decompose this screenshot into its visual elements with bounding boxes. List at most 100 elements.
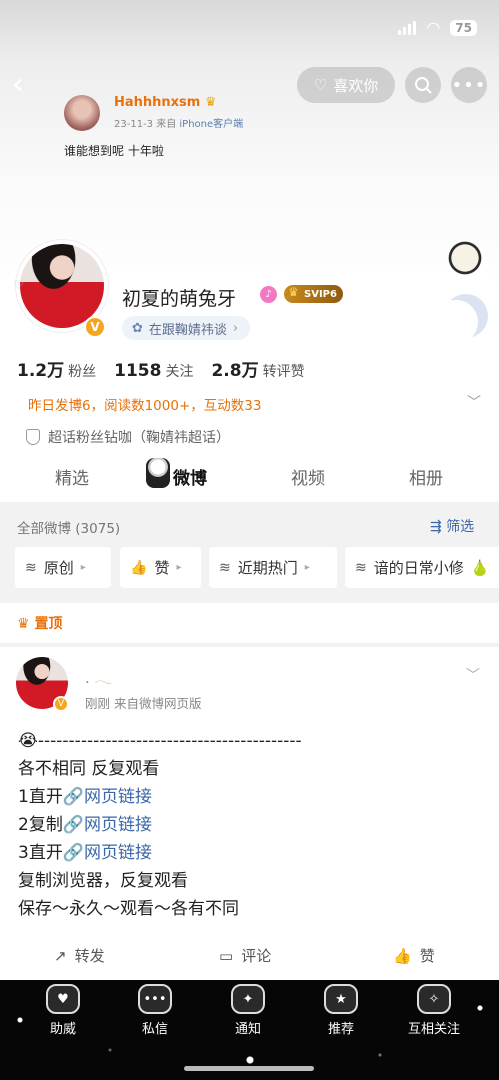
link-icon: 🔗 bbox=[62, 815, 84, 835]
star-icon: ★ bbox=[324, 984, 358, 1014]
post-menu-chevron-icon[interactable]: ﹀ bbox=[466, 665, 480, 685]
pear-icon: 🍐 bbox=[470, 558, 490, 577]
post-line: 保存～永久～观看～各有不同 bbox=[18, 899, 239, 919]
post-divider: ----------------------------------------… bbox=[37, 731, 302, 751]
repost-button[interactable]: ↗ 转发 bbox=[54, 945, 105, 966]
thumb-icon: 👍 bbox=[130, 559, 148, 576]
expand-chevron-icon[interactable]: ﹀ bbox=[467, 392, 481, 412]
filter-header: 全部微博 (3075) ⇶ 筛选 bbox=[0, 506, 499, 544]
post-actions: ↗ 转发 ▭ 评论 👍 赞 bbox=[0, 939, 499, 975]
post-line: 3直开 bbox=[18, 843, 63, 863]
nav-messages[interactable]: ••• 私信 bbox=[125, 984, 185, 1037]
post-body: 😭---------------------------------------… bbox=[18, 727, 302, 923]
post-line: 复制浏览器，反复观看 bbox=[18, 871, 188, 891]
heart-icon: ♡ bbox=[313, 76, 328, 94]
caret-icon: ▸ bbox=[176, 562, 182, 573]
verified-badge-icon: V bbox=[53, 696, 69, 712]
post-line: 1直开 bbox=[18, 787, 63, 807]
profile-stats: 1.2万 粉丝 1158 关注 2.8万 转评赞 bbox=[17, 356, 305, 381]
link-icon: 🔗 bbox=[62, 787, 84, 807]
bg-author-name: Hahhhnxsm bbox=[114, 95, 201, 110]
stat-following[interactable]: 1158 关注 bbox=[114, 361, 193, 381]
superfan-info[interactable]: 超话粉丝钻咖（鞠婧祎超话） bbox=[26, 427, 230, 447]
comment-icon: ▭ bbox=[219, 946, 234, 965]
comment-button[interactable]: ▭ 评论 bbox=[219, 945, 271, 966]
thumb-icon: 👍 bbox=[393, 946, 412, 965]
nav-cheer[interactable]: ♥ 助威 bbox=[33, 984, 93, 1037]
web-link[interactable]: 🔗网页链接 bbox=[63, 815, 152, 835]
battery-indicator: 75 bbox=[450, 19, 477, 36]
all-posts-count: 全部微博 (3075) bbox=[17, 521, 121, 537]
tab-album[interactable]: 相册 bbox=[409, 464, 443, 489]
caret-icon: ▸ bbox=[80, 562, 86, 573]
moon-icon bbox=[444, 294, 488, 338]
fan-badge-icon[interactable]: ♪ bbox=[260, 286, 277, 303]
crown-icon: ♛ bbox=[204, 95, 217, 110]
tab-weibo[interactable]: 微博 bbox=[173, 464, 207, 489]
search-button[interactable] bbox=[405, 67, 441, 103]
link-icon: 🔗 bbox=[62, 843, 84, 863]
stat-fans[interactable]: 1.2万 粉丝 bbox=[17, 356, 96, 381]
web-link[interactable]: 🔗网页链接 bbox=[63, 843, 152, 863]
heart-icon: ♥ bbox=[46, 984, 80, 1014]
crown-icon: ♛ bbox=[17, 616, 30, 632]
filter-chips: ≋ 原创 ▸ 👍 赞 ▸ ≋ 近期热门 ▸ ≋ 谙的日常小修 🍐 bbox=[0, 547, 499, 589]
post-line: 各不相同 反复观看 bbox=[18, 759, 160, 779]
bg-post-source: iPhone客户端 bbox=[179, 119, 244, 130]
filter-icon: ⇶ bbox=[430, 519, 442, 535]
small-heart-icon: ♡ bbox=[13, 278, 24, 292]
stat-interactions[interactable]: 2.8万 转评赞 bbox=[211, 356, 304, 381]
bottom-nav: ♥ 助威 ••• 私信 ✦ 通知 ★ 推荐 ✧ 互相关注 bbox=[0, 980, 499, 1080]
more-button[interactable]: ••• bbox=[451, 67, 487, 103]
svip-badge[interactable]: SVIP6 bbox=[284, 285, 343, 303]
layers-icon: ≋ bbox=[25, 559, 37, 576]
flower-icon: ✿ bbox=[132, 320, 143, 336]
bg-post-date: 23-11-3 bbox=[114, 119, 154, 130]
avatar bbox=[64, 95, 100, 131]
web-link[interactable]: 🔗网页链接 bbox=[63, 787, 152, 807]
search-icon bbox=[415, 77, 432, 94]
post-author[interactable]: . 𓂃 bbox=[85, 663, 112, 688]
nav-mutual-follow[interactable]: ✧ 互相关注 bbox=[404, 984, 464, 1037]
activity-summary: 昨日发博6，阅读数1000+，互动数33 bbox=[28, 398, 262, 414]
chip-hot[interactable]: ≋ 近期热门 ▸ bbox=[209, 547, 337, 588]
like-button[interactable]: 👍 赞 bbox=[393, 945, 435, 966]
tab-decoration-icon bbox=[146, 458, 170, 488]
caret-icon: ▸ bbox=[304, 562, 310, 573]
chip-original[interactable]: ≋ 原创 ▸ bbox=[15, 547, 111, 588]
crying-emoji: 😭 bbox=[18, 731, 38, 751]
nav-notifications[interactable]: ✦ 通知 bbox=[218, 984, 278, 1037]
repost-icon: ↗ bbox=[54, 946, 67, 965]
pinned-bar: ♛ 置顶 bbox=[0, 603, 499, 643]
decoration-icon bbox=[440, 236, 490, 280]
users-icon: ✧ bbox=[417, 984, 451, 1014]
bell-icon: ✦ bbox=[231, 984, 265, 1014]
tab-video[interactable]: 视频 bbox=[291, 464, 325, 489]
nav-recommend[interactable]: ★ 推荐 bbox=[311, 984, 371, 1037]
background-post: Hahhhnxsm ♛ 23-11-3 来自 iPhone客户端 谁能想到呢 十… bbox=[64, 95, 244, 158]
bg-post-text: 谁能想到呢 十年啦 bbox=[64, 144, 164, 158]
profile-card: ♡ V 初夏的萌兔牙 ♪ SVIP6 ✿ 在跟鞠婧祎谈 › 1.2万粉丝 115… bbox=[0, 236, 499, 502]
layers-icon: ≋ bbox=[355, 559, 367, 576]
chip-liked[interactable]: 👍 赞 ▸ bbox=[120, 547, 201, 588]
following-tag[interactable]: ✿ 在跟鞠婧祎谈 › bbox=[122, 316, 251, 340]
post-meta: 刚刚 来自微博网页版 bbox=[85, 696, 202, 711]
tab-featured[interactable]: 精选 bbox=[55, 464, 89, 489]
back-button[interactable]: ‹ bbox=[12, 70, 42, 100]
home-indicator[interactable] bbox=[184, 1066, 314, 1071]
pinned-label: 置顶 bbox=[34, 616, 63, 632]
more-icon: ••• bbox=[451, 74, 487, 96]
chip-daily[interactable]: ≋ 谙的日常小修 🍐 bbox=[345, 547, 499, 588]
filter-button[interactable]: ⇶ 筛选 bbox=[430, 516, 474, 536]
signal-icon bbox=[398, 20, 417, 35]
verified-badge-icon: V bbox=[84, 316, 106, 338]
shield-icon bbox=[26, 429, 40, 445]
status-bar: ◠ 75 bbox=[398, 18, 477, 37]
post-line: 2复制 bbox=[18, 815, 63, 835]
post-card[interactable]: V . 𓂃 刚刚 来自微博网页版 ﹀ 😭--------------------… bbox=[0, 647, 499, 983]
profile-name: 初夏的萌兔牙 bbox=[122, 288, 237, 310]
chevron-right-icon: › bbox=[232, 320, 239, 336]
like-you-button[interactable]: ♡ 喜欢你 bbox=[297, 67, 395, 103]
layers-icon: ≋ bbox=[219, 559, 231, 576]
chat-icon: ••• bbox=[138, 984, 172, 1014]
